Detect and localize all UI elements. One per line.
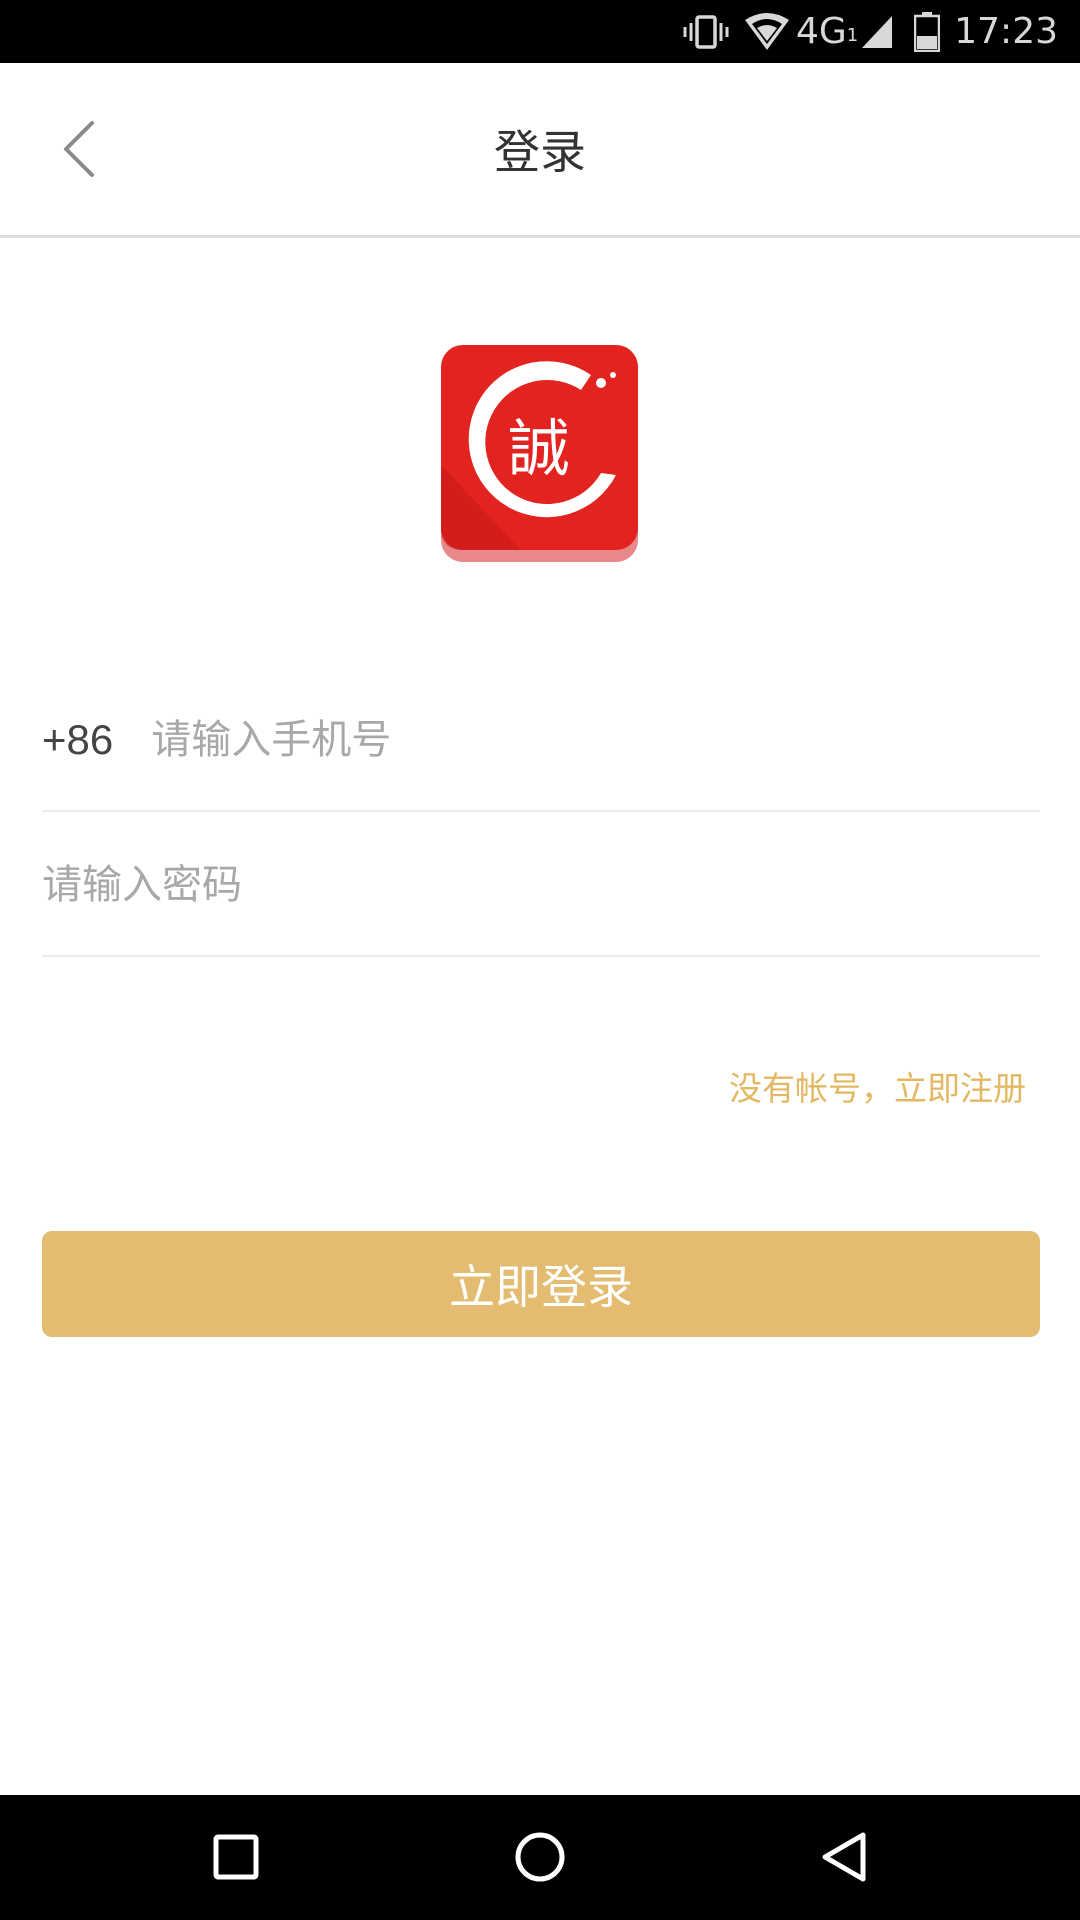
network-sub: 1: [846, 25, 859, 46]
phone-input[interactable]: [151, 700, 1040, 780]
recents-button[interactable]: [196, 1817, 276, 1897]
cell-signal-icon: [862, 15, 893, 48]
clock: 17:23: [954, 11, 1058, 52]
navigation-bar: [0, 1795, 1080, 1920]
country-code[interactable]: +86: [42, 716, 113, 764]
system-back-button[interactable]: [804, 1817, 884, 1897]
status-bar: 4G 1 17:23: [0, 0, 1080, 63]
battery-icon: [914, 11, 941, 52]
page-title: 登录: [494, 125, 586, 179]
login-button[interactable]: 立即登录: [42, 1231, 1040, 1337]
app-logo: 誠: [441, 345, 638, 562]
app-bar: 登录: [0, 63, 1080, 238]
home-circle-icon: [515, 1832, 565, 1882]
register-link[interactable]: 没有帐号，立即注册: [729, 1062, 1026, 1110]
login-screen: 4G 1 17:23 登录 誠 +86 请输入手机号 没有帐号，立即注册 立即登…: [0, 0, 1080, 1920]
password-field-row: [42, 815, 1040, 957]
logo-character: 誠: [508, 412, 570, 485]
status-icons: 4G 1 17:23: [668, 0, 1058, 63]
vibrate-icon: [683, 14, 729, 49]
network-type: 4G: [795, 11, 847, 52]
wifi-icon: [744, 12, 789, 50]
home-button[interactable]: [500, 1817, 580, 1897]
back-triangle-icon: [822, 1832, 866, 1882]
phone-field-row: +86: [42, 670, 1040, 812]
recents-square-icon: [213, 1834, 259, 1880]
password-input[interactable]: [42, 845, 1040, 925]
